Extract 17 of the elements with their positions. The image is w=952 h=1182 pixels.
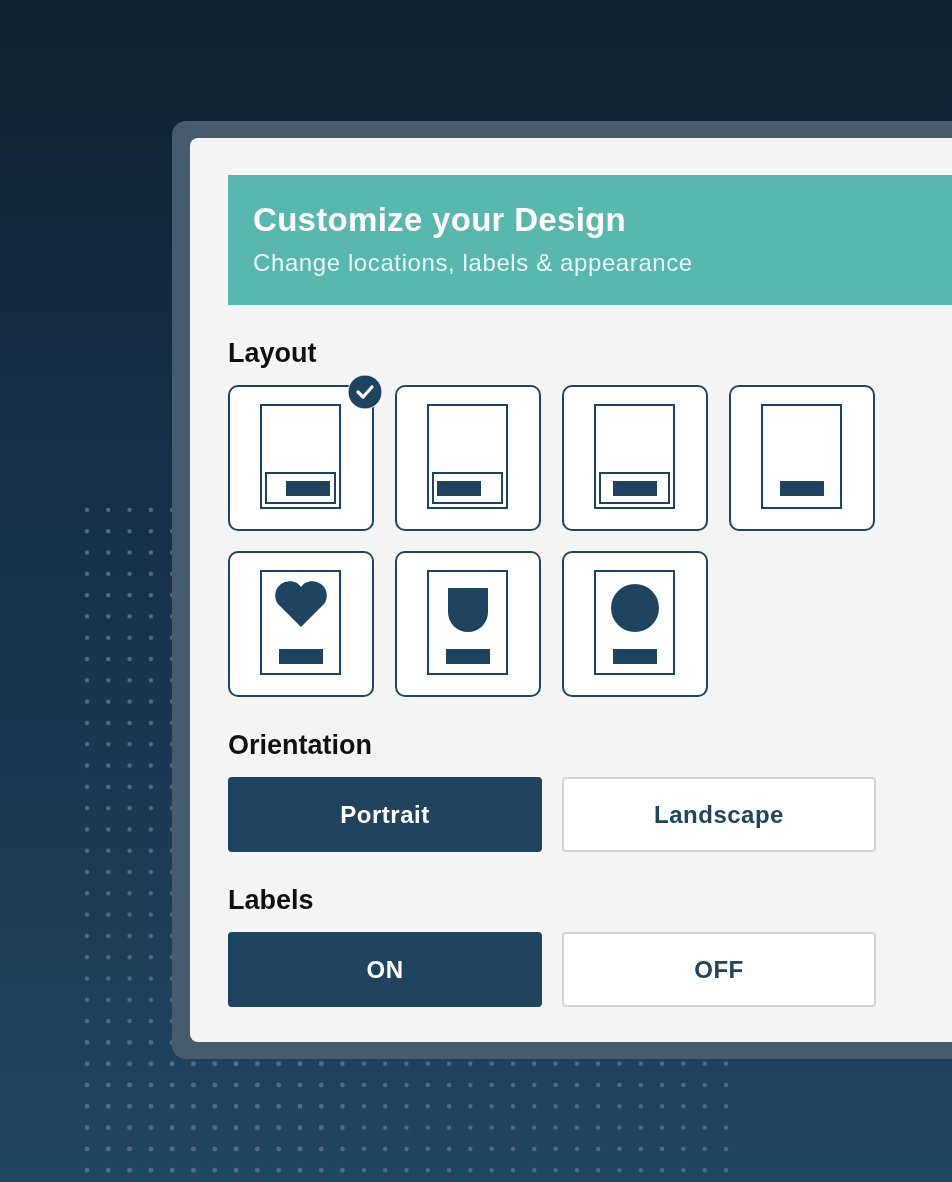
section-label: Layout: [228, 337, 318, 369]
toggle-option[interactable]: OFF: [562, 932, 876, 1007]
toggle-option[interactable]: ON: [228, 932, 542, 1007]
toggle-option[interactable]: Portrait: [228, 777, 542, 852]
panel-title: Customize your Design: [253, 201, 628, 239]
layout-option[interactable]: [395, 551, 541, 697]
layout-option[interactable]: [562, 385, 708, 531]
check-icon: [347, 374, 383, 410]
toggle-option[interactable]: Landscape: [562, 777, 876, 852]
layout-option[interactable]: [228, 385, 374, 531]
section-label: Labels: [228, 884, 315, 916]
section-label: Orientation: [228, 729, 373, 761]
panel-subtitle: Change locations, labels & appearance: [253, 249, 694, 277]
layout-option[interactable]: [228, 551, 374, 697]
layout-option[interactable]: [729, 385, 875, 531]
layout-option[interactable]: [562, 551, 708, 697]
layout-option[interactable]: [395, 385, 541, 531]
